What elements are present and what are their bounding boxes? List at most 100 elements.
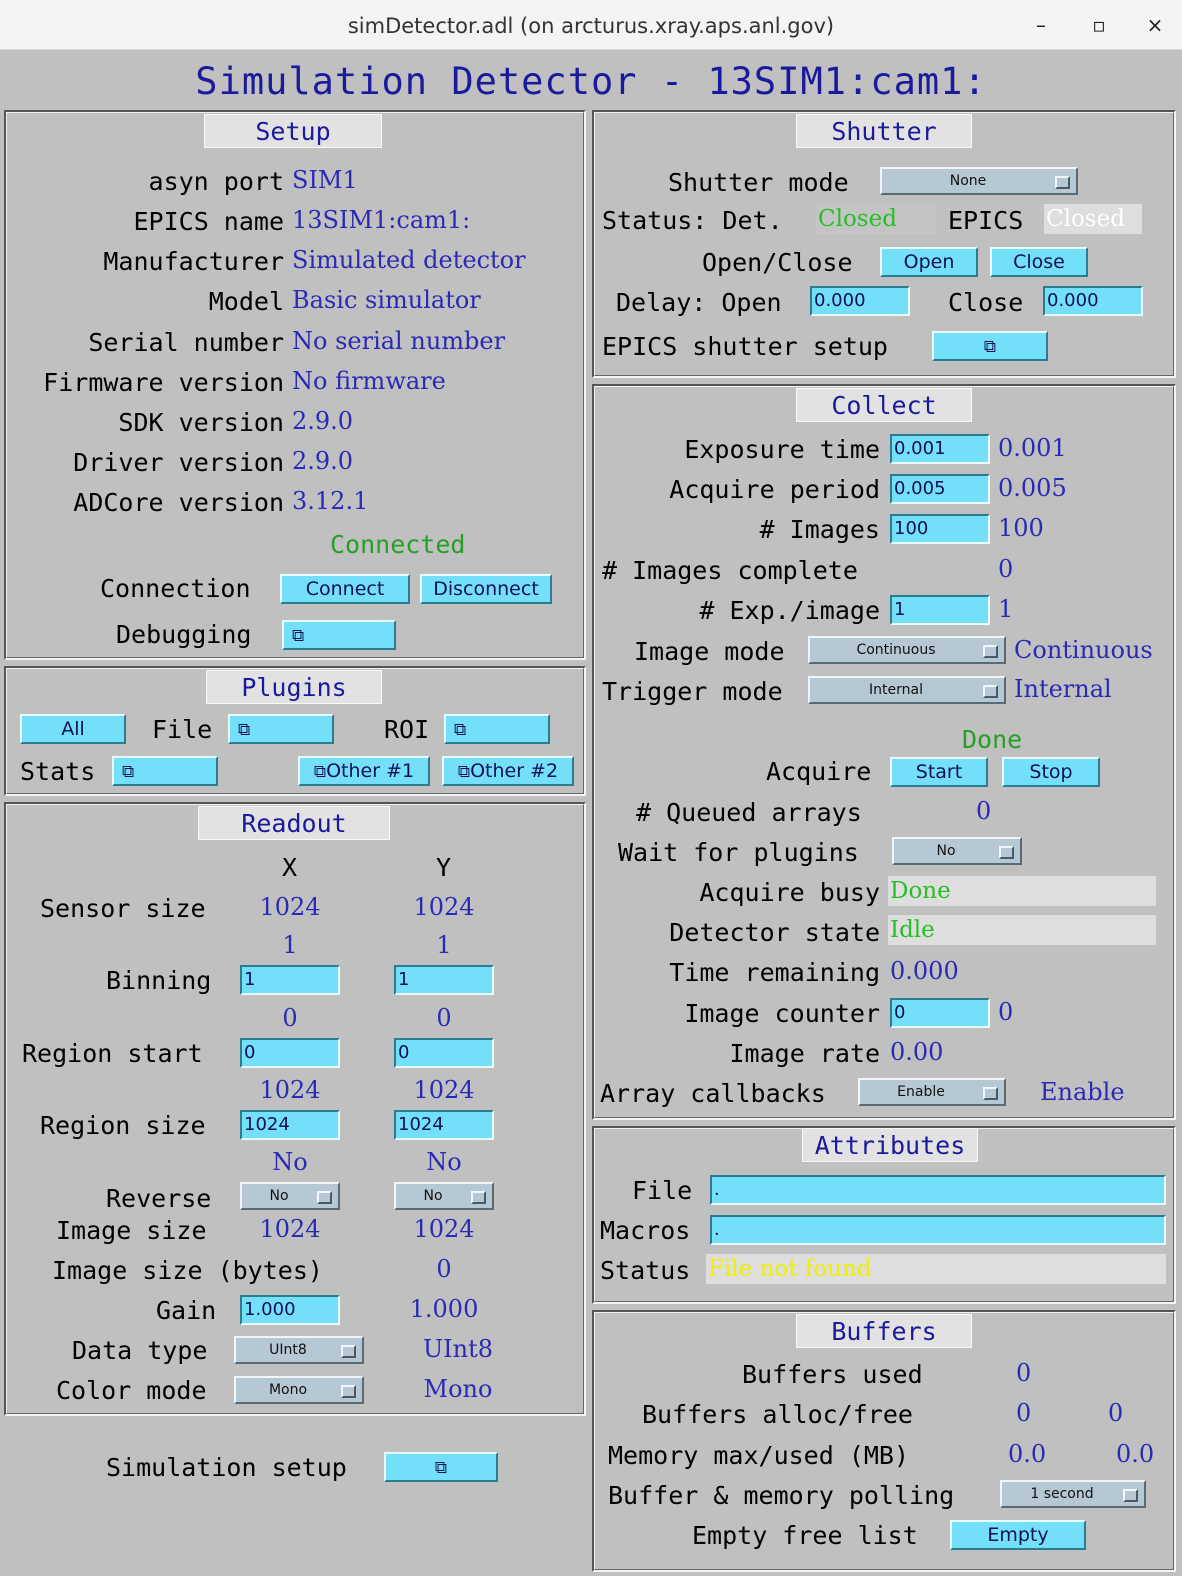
plugins-other1-label: Other #1 [326, 760, 415, 782]
delay-close-input[interactable]: 0.000 [1043, 286, 1143, 316]
debugging-label: Debugging [116, 620, 252, 649]
num-images-readback: 100 [998, 514, 1044, 542]
shutter-open-button[interactable]: Open [880, 247, 978, 277]
delay-close-label: Close [948, 288, 1024, 317]
readout-title: Readout [198, 806, 390, 840]
image-rate-label: Image rate [729, 1039, 880, 1068]
region-size-y-input[interactable]: 1024 [394, 1110, 494, 1140]
binning-y-readback: 1 [436, 931, 452, 959]
acquire-start-button[interactable]: Start [890, 757, 988, 787]
region-size-x-readback: 1024 [259, 1076, 321, 1104]
serial-number-label: Serial number [88, 328, 284, 357]
region-start-y-input[interactable]: 0 [394, 1038, 494, 1068]
polling-menu[interactable]: 1 second [1000, 1480, 1146, 1508]
plugins-other2-button[interactable]: ⧉Other #2 [442, 756, 574, 786]
attributes-macros-input[interactable]: . [710, 1215, 1166, 1245]
time-remaining-label: Time remaining [669, 958, 880, 987]
window-title: simDetector.adl (on arcturus.xray.aps.an… [347, 14, 835, 38]
shutter-epics-label: EPICS [948, 206, 1024, 235]
reverse-x-menu[interactable]: No [240, 1182, 340, 1210]
maximize-icon[interactable]: ▫ [1084, 10, 1114, 40]
region-start-x-input[interactable]: 0 [240, 1038, 340, 1068]
related-display-icon: ⧉ [122, 762, 135, 782]
reverse-y-menu[interactable]: No [394, 1182, 494, 1210]
shutter-title: Shutter [796, 114, 972, 148]
exp-per-image-input[interactable]: 1 [890, 595, 990, 625]
wait-for-plugins-label: Wait for plugins [618, 838, 859, 867]
disconnect-button[interactable]: Disconnect [420, 574, 552, 604]
shutter-mode-menu[interactable]: None [880, 167, 1078, 195]
plugins-stats-button[interactable]: ⧉ [112, 756, 218, 786]
window-titlebar: simDetector.adl (on arcturus.xray.aps.an… [0, 0, 1182, 50]
region-size-y-readback: 1024 [413, 1076, 475, 1104]
readout-col-x: X [282, 853, 298, 882]
image-counter-input[interactable]: 0 [890, 998, 990, 1028]
data-type-menu[interactable]: UInt8 [234, 1336, 364, 1364]
attributes-file-input[interactable]: . [710, 1175, 1166, 1205]
buffers-alloc-value: 0 [1016, 1399, 1032, 1427]
binning-y-input[interactable]: 1 [394, 965, 494, 995]
region-start-label: Region start [22, 1039, 203, 1068]
image-size-label: Image size [56, 1216, 207, 1245]
sdk-version-value: 2.9.0 [292, 407, 354, 435]
sensor-size-y: 1024 [413, 893, 475, 921]
attributes-title: Attributes [802, 1128, 978, 1162]
color-mode-menu[interactable]: Mono [234, 1376, 364, 1404]
debugging-button[interactable]: ⧉ [282, 620, 396, 650]
exp-per-image-label: # Exp./image [699, 596, 880, 625]
trigger-mode-label: Trigger mode [602, 677, 783, 706]
wait-for-plugins-menu[interactable]: No [892, 837, 1022, 865]
region-size-x-input[interactable]: 1024 [240, 1110, 340, 1140]
shutter-close-button[interactable]: Close [990, 247, 1088, 277]
images-complete-label: # Images complete [602, 556, 858, 585]
adcore-version-value: 3.12.1 [292, 487, 369, 515]
acquire-period-input[interactable]: 0.005 [890, 474, 990, 504]
queued-arrays-value: 0 [976, 797, 992, 825]
plugins-roi-button[interactable]: ⧉ [444, 714, 550, 744]
acquire-stop-button[interactable]: Stop [1002, 757, 1100, 787]
simulation-setup-button[interactable]: ⧉ [384, 1452, 498, 1482]
buffers-used-label: Buffers used [742, 1360, 923, 1389]
reverse-y-readback: No [426, 1148, 462, 1176]
buffers-title: Buffers [796, 1314, 972, 1348]
sensor-size-label: Sensor size [40, 894, 206, 923]
buffers-free-value: 0 [1108, 1399, 1124, 1427]
epics-shutter-setup-button[interactable]: ⧉ [932, 331, 1048, 361]
related-display-icon: ⧉ [457, 762, 471, 782]
sdk-version-label: SDK version [118, 408, 284, 437]
asyn-port-value: SIM1 [292, 166, 358, 194]
plugins-other1-button[interactable]: ⧉Other #1 [298, 756, 430, 786]
polling-label: Buffer & memory polling [608, 1481, 955, 1510]
collect-title: Collect [796, 388, 972, 422]
firmware-version-value: No firmware [292, 367, 446, 395]
open-close-label: Open/Close [702, 248, 853, 277]
image-mode-menu[interactable]: Continuous [808, 636, 1006, 664]
queued-arrays-label: # Queued arrays [636, 798, 862, 827]
plugins-all-button[interactable]: All [20, 714, 126, 744]
region-size-label: Region size [40, 1111, 206, 1140]
setup-title: Setup [204, 114, 382, 148]
connect-button[interactable]: Connect [280, 574, 410, 604]
num-images-label: # Images [759, 515, 880, 544]
plugins-file-button[interactable]: ⧉ [228, 714, 334, 744]
acquire-busy-value: Done [888, 876, 1156, 906]
manufacturer-value: Simulated detector [292, 246, 526, 274]
minimize-icon[interactable]: – [1026, 10, 1056, 40]
region-start-x-readback: 0 [282, 1004, 298, 1032]
empty-free-list-button[interactable]: Empty [950, 1520, 1086, 1550]
detector-state-value: Idle [888, 915, 1156, 945]
image-mode-readback: Continuous [1014, 636, 1153, 664]
related-display-icon: ⧉ [434, 1458, 448, 1478]
sensor-size-x: 1024 [259, 893, 321, 921]
array-callbacks-menu[interactable]: Enable [858, 1078, 1006, 1106]
trigger-mode-menu[interactable]: Internal [808, 676, 1006, 704]
exposure-time-input[interactable]: 0.001 [890, 434, 990, 464]
close-icon[interactable]: × [1140, 10, 1170, 40]
gain-input[interactable]: 1.000 [240, 1295, 340, 1325]
num-images-input[interactable]: 100 [890, 514, 990, 544]
buffers-alloc-label: Buffers alloc/free [642, 1400, 913, 1429]
image-size-bytes-label: Image size (bytes) [52, 1256, 323, 1285]
trigger-mode-readback: Internal [1014, 675, 1112, 703]
delay-open-input[interactable]: 0.000 [810, 286, 910, 316]
binning-x-input[interactable]: 1 [240, 965, 340, 995]
